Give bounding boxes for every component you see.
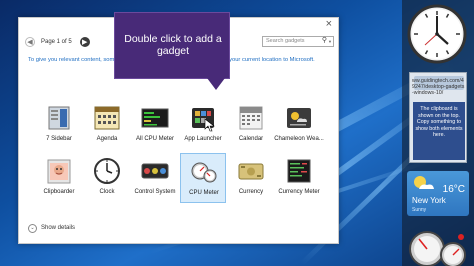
search-gadgets-input[interactable]: Search gadgets ⚲ ▼ (262, 36, 334, 47)
gadget-tile-all-cpu-meter[interactable]: All CPU Meter (132, 100, 178, 150)
weather-temperature: 16°C (442, 184, 465, 195)
gadget-tile-chameleon-weather[interactable]: Chameleon Wea... (274, 100, 324, 150)
gadget-tile-7-sidebar[interactable]: 7 Sidebar (36, 100, 82, 150)
clipboard-url: ww.guidingtech.com/49247/desktop-gadgets… (412, 78, 465, 97)
search-placeholder: Search gadgets (266, 38, 305, 44)
clock-icon (94, 158, 120, 184)
gadget-tile-control-system[interactable]: Control System (132, 153, 178, 203)
show-details-toggle[interactable]: ⌄ Show details (28, 223, 75, 233)
cpu-meter-gadget[interactable] (407, 225, 469, 266)
chevron-down-icon[interactable]: ▼ (328, 37, 332, 46)
desktop-clock-gadget[interactable] (405, 3, 469, 65)
close-button[interactable]: × (326, 18, 332, 31)
tooltip-text: Double click to add a gadget (124, 33, 222, 57)
clipboard-message: The clipboard is shown on the top. Copy … (415, 106, 463, 138)
clipboard-icon (47, 159, 71, 184)
chevron-right-icon: ▶ (82, 38, 88, 46)
weather-city: New York (412, 196, 446, 205)
gadget-tile-currency-meter[interactable]: Currency Meter (276, 153, 322, 203)
page-indicator: Page 1 of 5 (41, 39, 72, 45)
control-system-icon (141, 163, 169, 179)
currency-icon (238, 163, 264, 180)
tooltip-callout: Double click to add a gadget (114, 12, 230, 79)
page-navigation: ◀ Page 1 of 5 ▶ (25, 35, 90, 49)
gadget-label: Chameleon Wea... (274, 136, 324, 142)
gadget-tile-app-launcher[interactable]: App Launcher (180, 100, 226, 150)
gadget-tile-clipboarder[interactable]: Clipboarder (36, 153, 82, 203)
calendar-icon (239, 106, 263, 130)
show-details-label: Show details (41, 225, 76, 231)
gadget-label: Currency Meter (278, 189, 320, 195)
chevron-down-icon: ⌄ (28, 223, 37, 233)
previous-page-button[interactable]: ◀ (25, 37, 35, 47)
sidebar-icon (48, 106, 70, 130)
cpu-meter-icon (141, 108, 169, 128)
clipboard-gadget[interactable]: ww.guidingtech.com/49247/desktop-gadgets… (409, 72, 467, 163)
clipboard-panel: The clipboard is shown on the top. Copy … (413, 102, 465, 160)
app-launcher-icon (192, 108, 215, 132)
gadget-tile-calendar[interactable]: Calendar (228, 100, 274, 150)
next-page-button[interactable]: ▶ (79, 37, 90, 47)
weather-icon (287, 108, 311, 128)
gadget-tile-clock[interactable]: Clock (84, 153, 130, 203)
weather-condition: Sunny (412, 207, 427, 213)
agenda-icon (94, 106, 120, 130)
gadget-tile-currency[interactable]: Currency (228, 153, 274, 203)
weather-gadget[interactable]: 16°C New York Sunny (407, 171, 469, 216)
chevron-left-icon: ◀ (27, 38, 33, 46)
sun-cloud-icon (414, 176, 434, 189)
gauge-icon (191, 162, 217, 183)
search-icon[interactable]: ⚲ (322, 36, 327, 45)
gadget-tile-cpu-meter[interactable]: CPU Meter (180, 153, 226, 203)
tooltip-pointer (207, 78, 225, 90)
currency-meter-icon (287, 159, 311, 183)
gadget-tile-agenda[interactable]: Agenda (84, 100, 130, 150)
